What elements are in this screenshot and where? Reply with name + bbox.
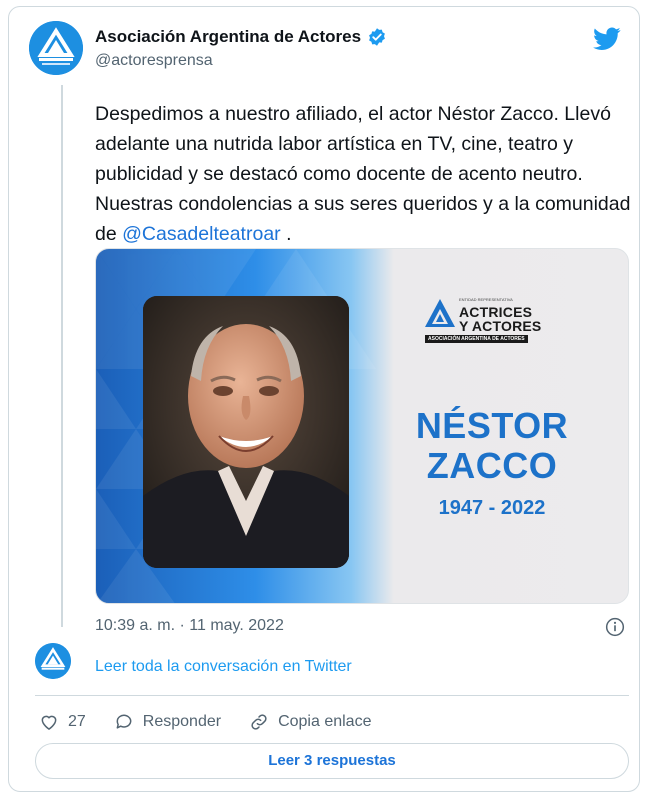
tweet-text: Despedimos a nuestro afiliado, el actor … — [95, 99, 635, 249]
divider — [35, 695, 629, 696]
avatar-logo-icon — [29, 21, 83, 75]
read-replies-button[interactable]: Leer 3 respuestas — [35, 743, 629, 779]
tweet-media-image[interactable]: ENTIDAD REPRESENTATIVA ACTRICES Y ACTORE… — [95, 248, 629, 604]
actores-triangle-icon — [425, 299, 455, 327]
author-name[interactable]: Asociación Argentina de Actores — [95, 27, 387, 47]
reply-icon — [116, 714, 132, 729]
link-icon — [251, 714, 267, 730]
heart-icon — [41, 715, 57, 730]
like-count: 27 — [68, 713, 86, 730]
memorial-name-last: ZACCO — [426, 445, 558, 486]
logo-sub-text: ASOCIACIÓN ARGENTINA DE ACTORES — [425, 335, 528, 343]
logo-top-text: ENTIDAD REPRESENTATIVA — [459, 297, 513, 302]
reply-button[interactable]: Responder — [114, 712, 221, 732]
memorial-name-first: NÉSTOR — [415, 405, 569, 446]
tweet-timestamp[interactable]: 10:39 a. m. · 11 may. 2022 — [95, 617, 284, 635]
reply-label: Responder — [142, 713, 222, 730]
twitter-bird-icon[interactable] — [593, 27, 621, 51]
info-icon[interactable] — [605, 617, 625, 637]
like-button[interactable]: 27 — [39, 712, 86, 732]
logo-line-2: Y ACTORES — [459, 318, 542, 334]
memorial-years: 1947 - 2022 — [438, 497, 546, 519]
author-avatar[interactable] — [29, 21, 83, 75]
actor-photo — [143, 296, 349, 568]
avatar-logo-icon — [35, 643, 71, 679]
actores-logo: ENTIDAD REPRESENTATIVA ACTRICES Y ACTORE… — [421, 293, 549, 345]
author-name-text: Asociación Argentina de Actores — [95, 27, 362, 46]
thread-line — [61, 85, 63, 627]
actor-portrait-image — [143, 296, 349, 568]
action-bar: 27 Responder Copia enlace — [39, 710, 399, 734]
logo-main-text: ACTRICES Y ACTORES — [459, 305, 541, 333]
mention-link[interactable]: @Casadelteatroar — [122, 223, 281, 245]
read-thread-link[interactable]: Leer toda la conversación en Twitter — [95, 658, 352, 676]
tweet-card: Asociación Argentina de Actores @actores… — [8, 6, 640, 792]
tweet-body-end: . — [280, 223, 292, 245]
verified-badge-icon — [369, 28, 386, 46]
copy-link-button[interactable]: Copia enlace — [249, 712, 371, 732]
thread-avatar[interactable] — [35, 643, 71, 679]
copy-link-label: Copia enlace — [278, 713, 372, 730]
logo-line-1: ACTRICES — [459, 304, 533, 320]
author-handle[interactable]: @actoresprensa — [95, 52, 213, 70]
